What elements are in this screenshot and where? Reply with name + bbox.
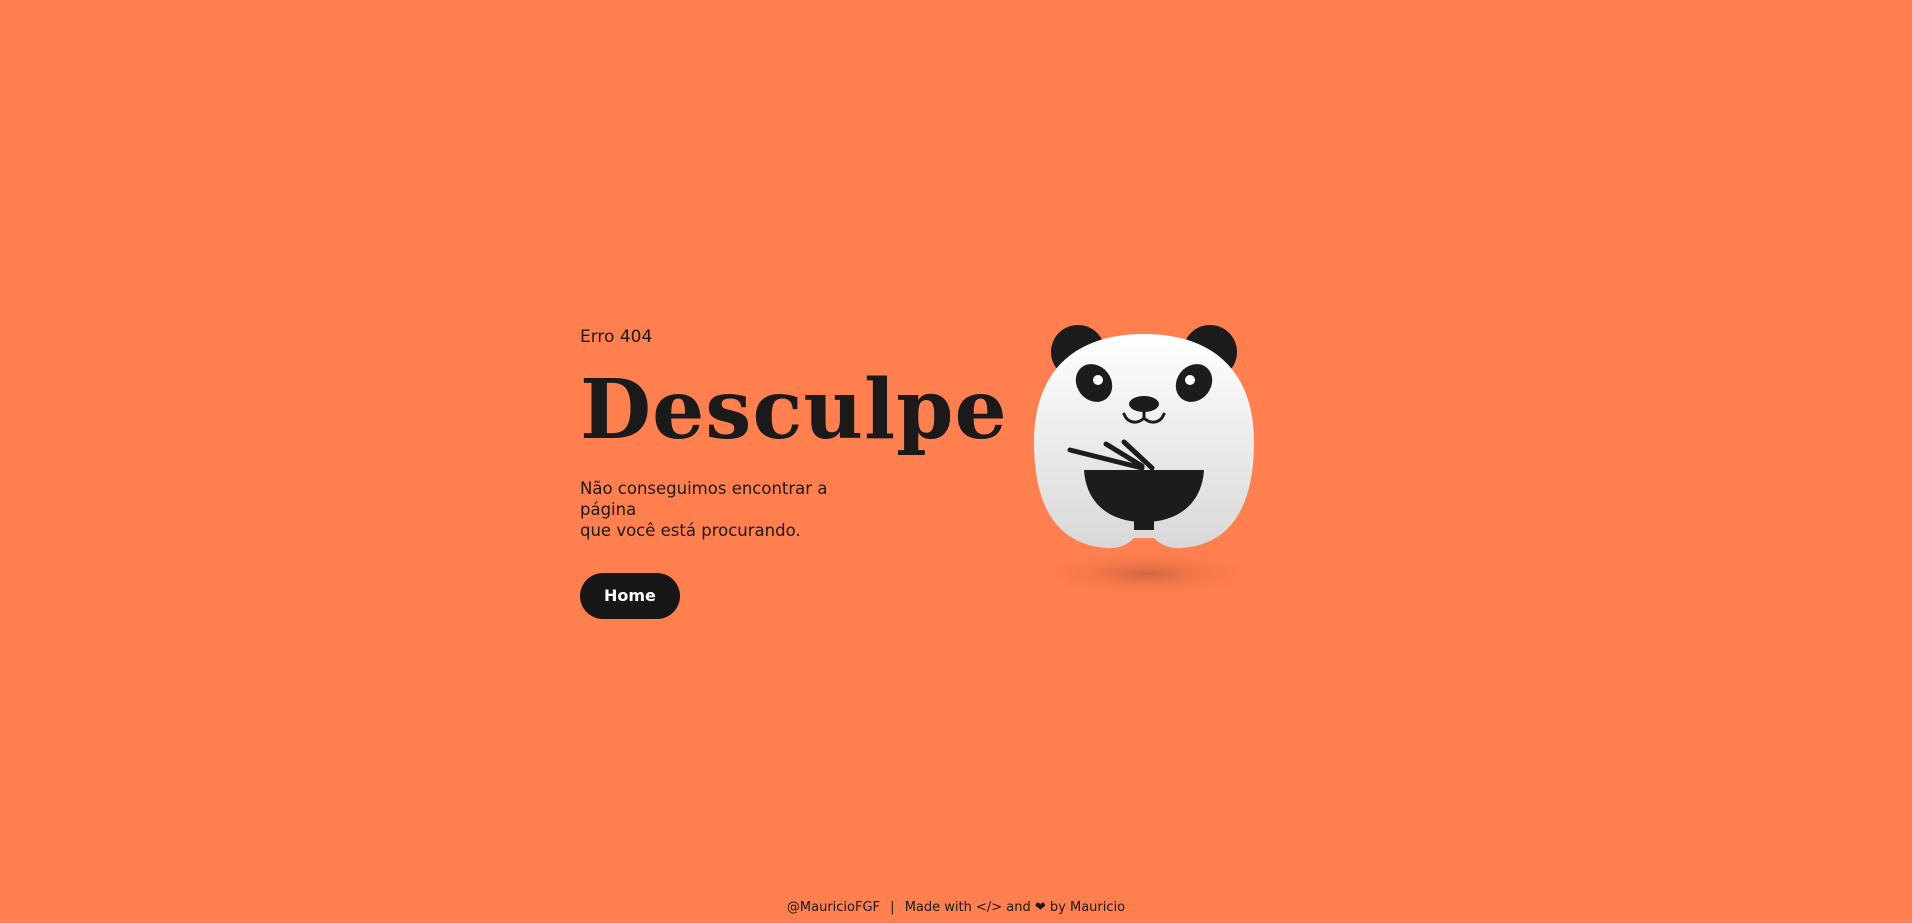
- left-eye: [1093, 375, 1103, 385]
- footer-separator: |: [890, 900, 895, 915]
- bowl-base: [1134, 518, 1154, 530]
- error-code: Erro 404: [580, 327, 653, 347]
- home-button[interactable]: Home: [580, 573, 680, 619]
- panda-nose: [1129, 396, 1159, 412]
- error-message-line-1: Não conseguimos encontrar a página: [580, 479, 828, 519]
- error-content: Erro 404 Desculpe Não conseguimos encont…: [580, 326, 1008, 619]
- footer-handle[interactable]: @MauricioFGF: [787, 900, 880, 915]
- footer: @MauricioFGF | Made with </> and ❤ by Ma…: [0, 900, 1912, 915]
- footer-author: by Mauricio: [1049, 900, 1126, 915]
- panda-eating-noodles-icon: [1029, 325, 1265, 598]
- error-message: Não conseguimos encontrar a página que v…: [580, 478, 880, 541]
- right-eye: [1185, 375, 1195, 385]
- error-message-line-2: que você está procurando.: [580, 521, 801, 540]
- footer-made-with: Made with </> and: [904, 900, 1031, 915]
- heart-icon: ❤: [1034, 900, 1046, 915]
- not-found-page: Erro 404 Desculpe Não conseguimos encont…: [0, 0, 1912, 923]
- panda-illustration: [1024, 322, 1265, 602]
- panda-shadow: [1029, 550, 1265, 598]
- page-title: Desculpe: [580, 362, 1008, 458]
